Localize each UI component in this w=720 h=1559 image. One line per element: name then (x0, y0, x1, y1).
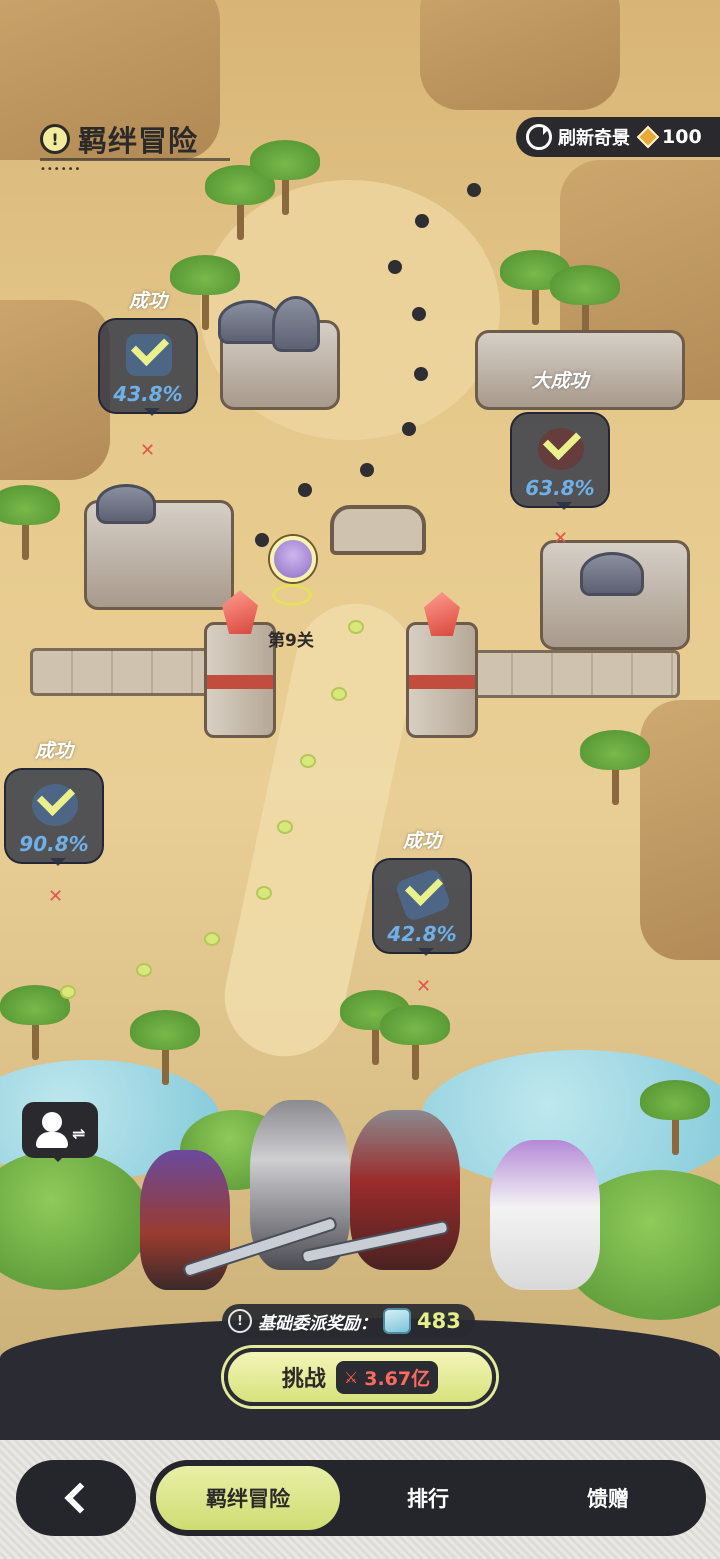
palm-tree (380, 1005, 450, 1080)
cliff (640, 700, 720, 960)
path-dot (277, 820, 293, 834)
bottom-nav: 羁绊冒险 排行 馈赠 (0, 1440, 720, 1559)
quest-result-label: 成功 (34, 740, 73, 762)
path-dot (415, 214, 429, 228)
hero-character (490, 1140, 600, 1290)
base-reward-row: ! 基础委派奖励： 483 (222, 1304, 475, 1338)
gem-icon (636, 125, 660, 149)
challenge-label: 挑战 (281, 1367, 326, 1392)
failed-marker: ✕ (48, 886, 64, 907)
quest-bonus: 42.8% (387, 922, 457, 946)
power-value: 3.67亿 (364, 1367, 431, 1390)
path-dot (256, 886, 272, 900)
title-dots: •••••• (40, 164, 82, 175)
quest-bonus: 43.8% (113, 382, 183, 406)
palm-tree (0, 985, 70, 1060)
house-roof (272, 296, 320, 352)
quest-card: 90.8% (4, 768, 104, 866)
path-dot (388, 260, 402, 274)
path-dot (298, 483, 312, 497)
refresh-icon (526, 124, 552, 150)
failed-marker: ✕ (553, 528, 569, 549)
reward-value: 483 (417, 1309, 461, 1333)
quest-card: 43.8% (98, 318, 198, 416)
watch-tower (406, 622, 478, 738)
reward-currency-icon (383, 1308, 411, 1334)
switch-party-button[interactable]: ⇌ (22, 1102, 98, 1162)
person-icon (42, 1112, 62, 1132)
palm-tree (250, 140, 320, 215)
page-title: 羁绊冒险 (78, 124, 199, 158)
cliff (420, 0, 620, 110)
path-dot (467, 183, 481, 197)
title-underline (40, 158, 230, 161)
reward-label: 基础委派奖励： (258, 1313, 377, 1334)
path-dot (255, 533, 269, 547)
path-dot (414, 367, 428, 381)
page-title-group[interactable]: ! 羁绊冒险 (40, 118, 198, 160)
house-roof (580, 552, 644, 596)
path-dot (360, 463, 374, 477)
path-dot (136, 963, 152, 977)
path-dot (348, 620, 364, 634)
house-roof (96, 484, 156, 524)
city-wall (30, 648, 215, 696)
quest-result-label: 大成功 (531, 370, 589, 392)
tab-bar: 羁绊冒险 排行 馈赠 (150, 1460, 706, 1536)
back-arrow-icon (64, 1482, 96, 1514)
refresh-scenery-button[interactable]: 刷新奇景 100 (516, 117, 720, 157)
quest-bonus: 90.8% (19, 832, 89, 856)
tab-ranking[interactable]: 排行 (336, 1466, 520, 1530)
town-gate-arch (330, 505, 426, 555)
stage-label: 第9关 (268, 631, 314, 651)
path-dot (412, 307, 426, 321)
city-wall (470, 650, 680, 698)
swap-icon: ⇌ (72, 1124, 86, 1143)
path-dot (402, 422, 416, 436)
palm-tree (550, 265, 620, 340)
path-dot (331, 687, 347, 701)
quest-card: 63.8% (510, 412, 610, 510)
info-icon[interactable]: ! (40, 124, 70, 154)
quest-result-label: 成功 (128, 290, 167, 312)
palm-tree (130, 1010, 200, 1085)
refresh-label: 刷新奇景 (558, 128, 630, 149)
refresh-cost: 100 (662, 126, 702, 148)
cliff (0, 300, 110, 480)
failed-marker: ✕ (416, 976, 432, 997)
path-dot (60, 985, 76, 999)
tab-gift[interactable]: 馈赠 (516, 1466, 700, 1530)
quest-bonus: 63.8% (525, 476, 595, 500)
tab-bond-adventure[interactable]: 羁绊冒险 (156, 1466, 340, 1530)
current-position-ring (272, 584, 312, 606)
back-button[interactable] (16, 1460, 136, 1536)
path-dot (204, 932, 220, 946)
failed-marker: ✕ (140, 440, 156, 461)
info-icon[interactable]: ! (228, 1309, 252, 1333)
challenge-button[interactable]: 挑战 ⚔ 3.67亿 (224, 1348, 496, 1406)
quest-card: 42.8% (372, 858, 472, 956)
palm-tree (0, 485, 60, 560)
power-requirement: ⚔ 3.67亿 (335, 1360, 439, 1394)
palm-tree (580, 730, 650, 805)
player-avatar-marker[interactable] (270, 536, 316, 582)
power-icon: ⚔ (343, 1367, 359, 1387)
palm-tree (640, 1080, 710, 1155)
quest-result-label: 成功 (402, 830, 441, 852)
watch-tower (204, 622, 276, 738)
path-dot (300, 754, 316, 768)
